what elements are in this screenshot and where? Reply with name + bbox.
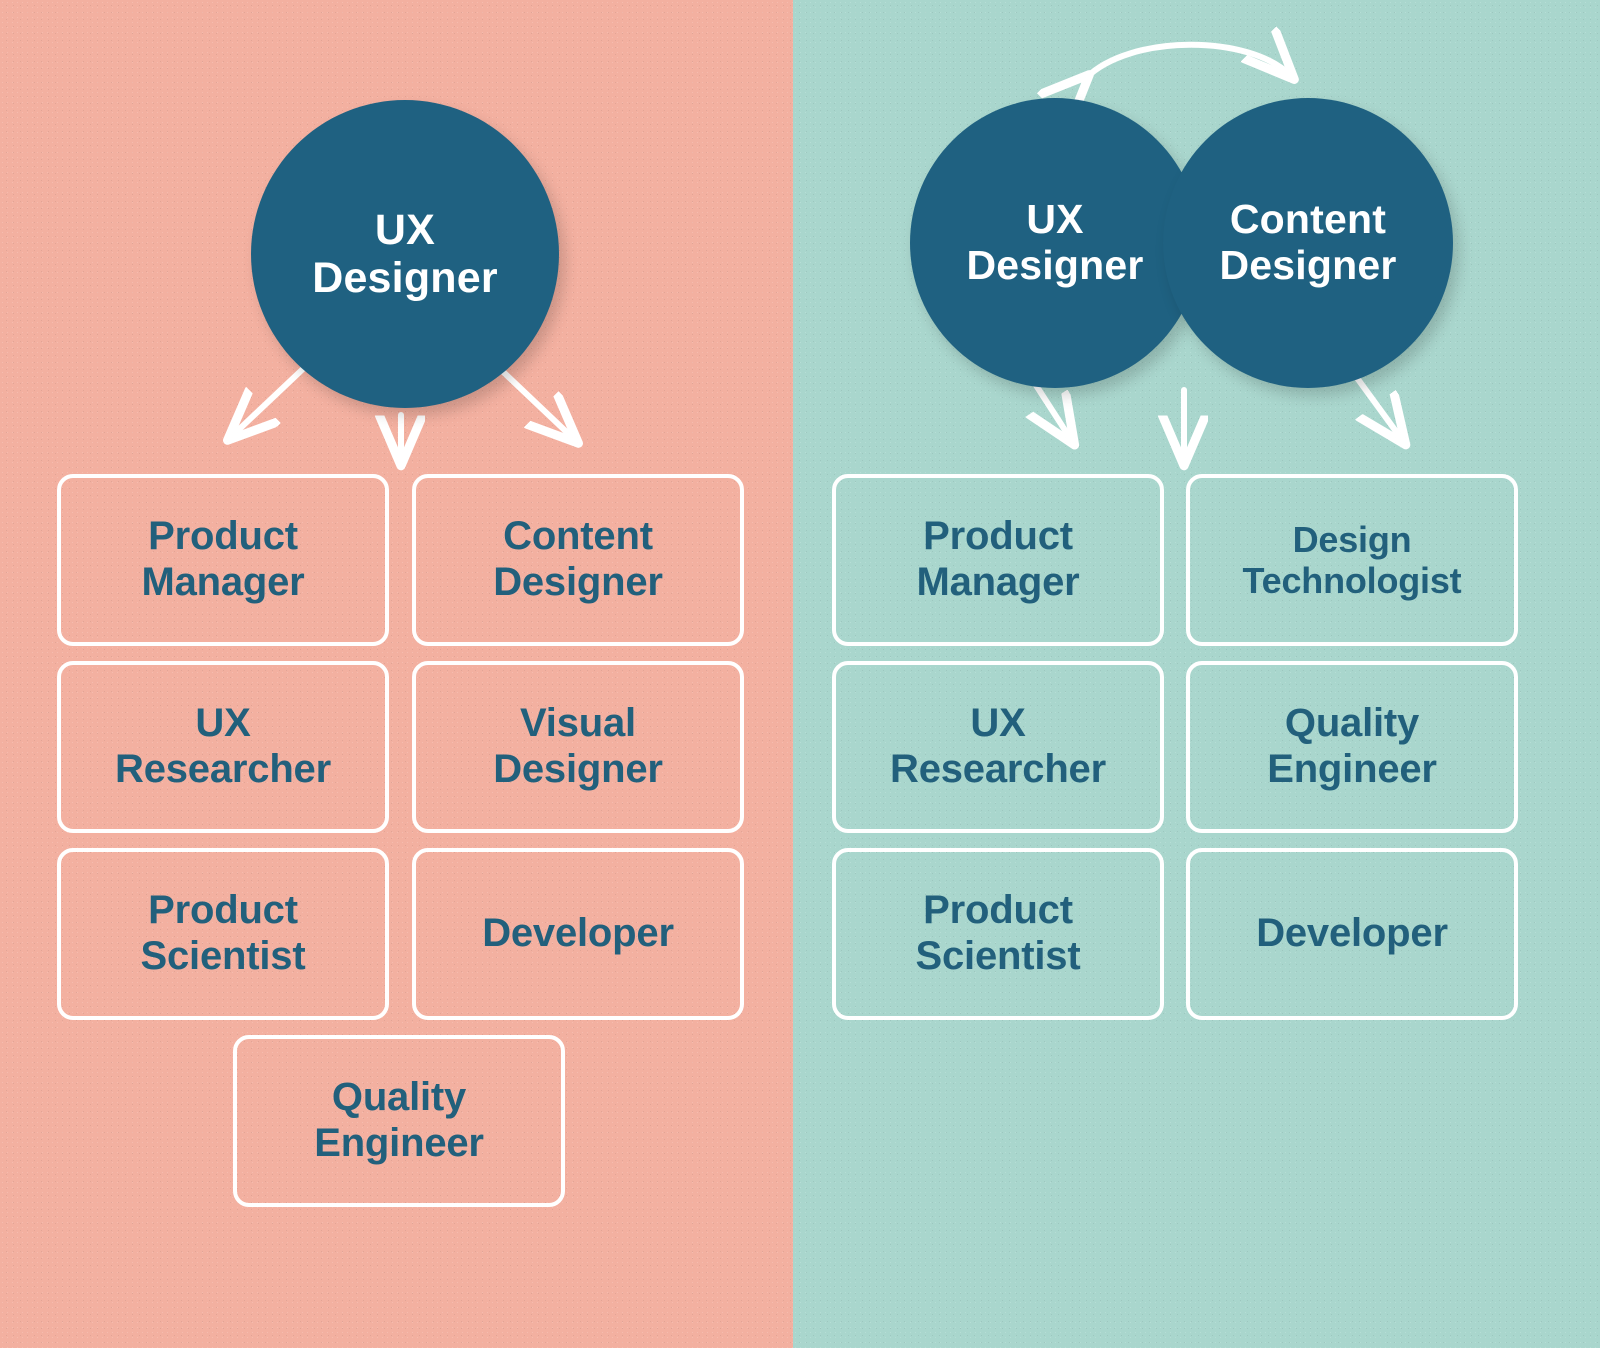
right-hub-left-line2: Designer [966,242,1144,288]
left-card-quality-engineer[interactable]: Quality Engineer [233,1035,565,1207]
card-line2: Engineer [1267,747,1437,791]
card-line1: Visual [520,701,636,746]
card-line2: Designer [493,747,663,791]
left-hub-line1: UX [374,205,436,254]
left-card-product-manager[interactable]: Product Manager [57,474,389,646]
card-line1: Product [923,514,1073,559]
card-line2: Researcher [890,747,1106,791]
left-hub-line2: Designer [312,254,498,302]
left-card-visual-designer[interactable]: Visual Designer [412,661,744,833]
left-card-content-designer[interactable]: Content Designer [412,474,744,646]
card-line2: Designer [493,560,663,604]
card-line2: Manager [916,560,1080,604]
card-line1: Quality [1284,701,1420,746]
card-line1: Content [503,514,653,559]
card-line1: Product [148,888,298,933]
card-line1: Product [923,888,1073,933]
right-hub-right-line1: Content [1229,196,1387,243]
card-line1: UX [195,701,251,746]
card-line1: Design [1292,518,1412,560]
card-line1: Quality [331,1075,467,1120]
right-card-design-technologist[interactable]: Design Technologist [1186,474,1518,646]
right-card-quality-engineer[interactable]: Quality Engineer [1186,661,1518,833]
card-line1: UX [970,701,1026,746]
right-hub-left-line1: UX [1026,196,1084,243]
card-line1: Developer [1256,911,1448,956]
card-line2: Engineer [314,1121,484,1165]
left-hub-circle-ux-designer[interactable]: UX Designer [251,100,559,408]
left-card-product-scientist[interactable]: Product Scientist [57,848,389,1020]
right-card-product-scientist[interactable]: Product Scientist [832,848,1164,1020]
left-card-developer[interactable]: Developer [412,848,744,1020]
left-card-ux-researcher[interactable]: UX Researcher [57,661,389,833]
card-line2: Scientist [915,934,1081,978]
card-line2: Researcher [115,747,331,791]
right-hub-circle-content-designer[interactable]: Content Designer [1163,98,1453,388]
card-line2: Scientist [140,934,306,978]
right-hub-right-line2: Designer [1219,242,1397,288]
card-line2: Manager [141,560,305,604]
diagram-canvas: UX Designer UX Designer Content Designer… [0,0,1600,1348]
card-line1: Developer [482,911,674,956]
right-card-developer[interactable]: Developer [1186,848,1518,1020]
right-card-ux-researcher[interactable]: UX Researcher [832,661,1164,833]
right-card-product-manager[interactable]: Product Manager [832,474,1164,646]
card-line1: Product [148,514,298,559]
card-line2: Technologist [1242,560,1462,601]
right-hub-circle-ux-designer[interactable]: UX Designer [910,98,1200,388]
